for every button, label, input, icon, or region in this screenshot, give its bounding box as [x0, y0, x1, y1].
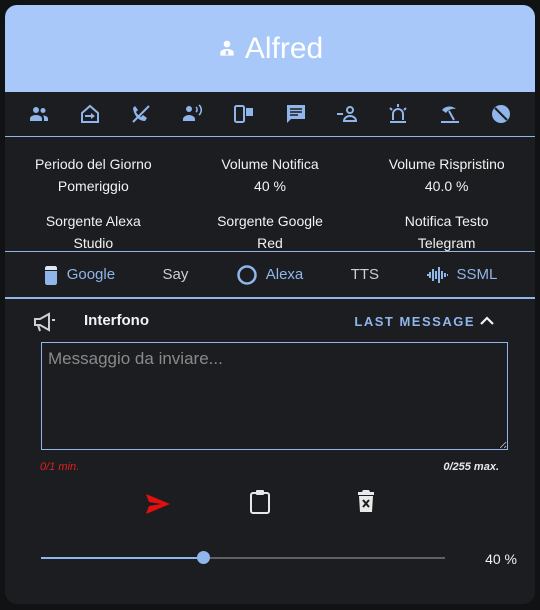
- tab-google[interactable]: Google: [43, 264, 115, 286]
- info-value: Telegram: [417, 235, 476, 251]
- card-title: Alfred: [244, 31, 324, 65]
- phone-missed-icon[interactable]: [128, 101, 154, 127]
- tab-tts-label: TTS: [350, 266, 380, 283]
- message-actions: [5, 487, 535, 527]
- tab-say[interactable]: Say: [162, 266, 188, 283]
- max-char-counter: 0/255 max.: [443, 461, 499, 473]
- alexa-icon: [237, 264, 257, 285]
- account-voice-icon[interactable]: [180, 101, 206, 127]
- tab-tts[interactable]: TTS: [351, 266, 379, 283]
- message-text-icon[interactable]: [283, 101, 309, 127]
- beach-icon[interactable]: [437, 101, 463, 127]
- send-icon[interactable]: [145, 493, 171, 515]
- delete-icon[interactable]: [357, 489, 375, 513]
- min-char-counter: 0/1 min.: [40, 461, 80, 473]
- group-icon[interactable]: [26, 101, 52, 127]
- do-not-disturb-icon[interactable]: [488, 101, 514, 127]
- info-row: Sorgente Alexa Studio Sorgente Google Re…: [5, 210, 535, 254]
- info-item-sorgente-alexa: Sorgente Alexa Studio: [5, 210, 182, 254]
- tab-google-label: Google: [66, 266, 116, 283]
- tab-say-label: Say: [162, 266, 189, 283]
- home-import-icon[interactable]: [77, 101, 103, 127]
- volume-slider[interactable]: [41, 549, 445, 569]
- chevron-up-icon[interactable]: [479, 313, 495, 329]
- account-arrow-icon[interactable]: [334, 101, 360, 127]
- message-input[interactable]: [41, 342, 508, 450]
- info-row: Periodo del Giorno Pomeriggio Volume Not…: [5, 153, 535, 197]
- last-message-button[interactable]: LAST MESSAGE: [354, 314, 475, 329]
- info-value: 40.0 %: [424, 178, 469, 194]
- alfred-card: Alfred Periodo del Giorno Pomeriggio Vol…: [5, 5, 535, 604]
- info-value: Studio: [73, 235, 114, 251]
- quick-icon-row: [5, 92, 535, 137]
- info-item-volume-ripristino: Volume Rispristino 40.0 %: [358, 153, 535, 197]
- tab-alexa-label: Alexa: [265, 266, 304, 283]
- tab-ssml[interactable]: SSML: [426, 266, 497, 284]
- card-header: Alfred: [5, 5, 535, 92]
- info-value: 40 %: [254, 178, 286, 194]
- tab-ssml-label: SSML: [456, 266, 498, 283]
- alarm-light-icon[interactable]: [385, 101, 411, 127]
- slider-value: 40 %: [485, 551, 517, 567]
- google-home-icon: [44, 265, 57, 285]
- tab-alexa[interactable]: Alexa: [236, 264, 304, 286]
- info-item-volume-notifica: Volume Notifica 40 %: [182, 153, 359, 197]
- info-label: Periodo del Giorno: [34, 156, 152, 172]
- waveform-icon: [427, 266, 449, 283]
- info-label: Volume Rispristino: [388, 156, 505, 172]
- info-value: Pomeriggio: [57, 178, 129, 194]
- info-item-sorgente-google: Sorgente Google Red: [182, 210, 359, 254]
- info-label: Sorgente Google: [217, 213, 323, 229]
- section-header: Interfono LAST MESSAGE: [5, 309, 535, 335]
- info-label: Volume Notifica: [221, 156, 319, 172]
- info-label: Sorgente Alexa: [45, 213, 141, 229]
- info-value: Red: [257, 235, 283, 251]
- account-icon: [220, 40, 234, 56]
- info-item-notifica-testo: Notifica Testo Telegram: [358, 210, 535, 254]
- section-title: Interfono: [84, 312, 149, 329]
- interfono-section: Interfono LAST MESSAGE 0/1 min. 0/255 ma…: [5, 299, 535, 579]
- devices-icon[interactable]: [231, 101, 257, 127]
- slider-fill: [41, 557, 203, 559]
- clipboard-icon[interactable]: [249, 489, 271, 515]
- info-panel: Periodo del Giorno Pomeriggio Volume Not…: [5, 137, 535, 252]
- slider-thumb[interactable]: [196, 551, 210, 564]
- megaphone-icon: [34, 312, 55, 332]
- service-tabs: Google Say Alexa TTS SSML: [5, 252, 535, 299]
- info-label: Notifica Testo: [404, 213, 489, 229]
- info-item-periodo: Periodo del Giorno Pomeriggio: [5, 153, 182, 197]
